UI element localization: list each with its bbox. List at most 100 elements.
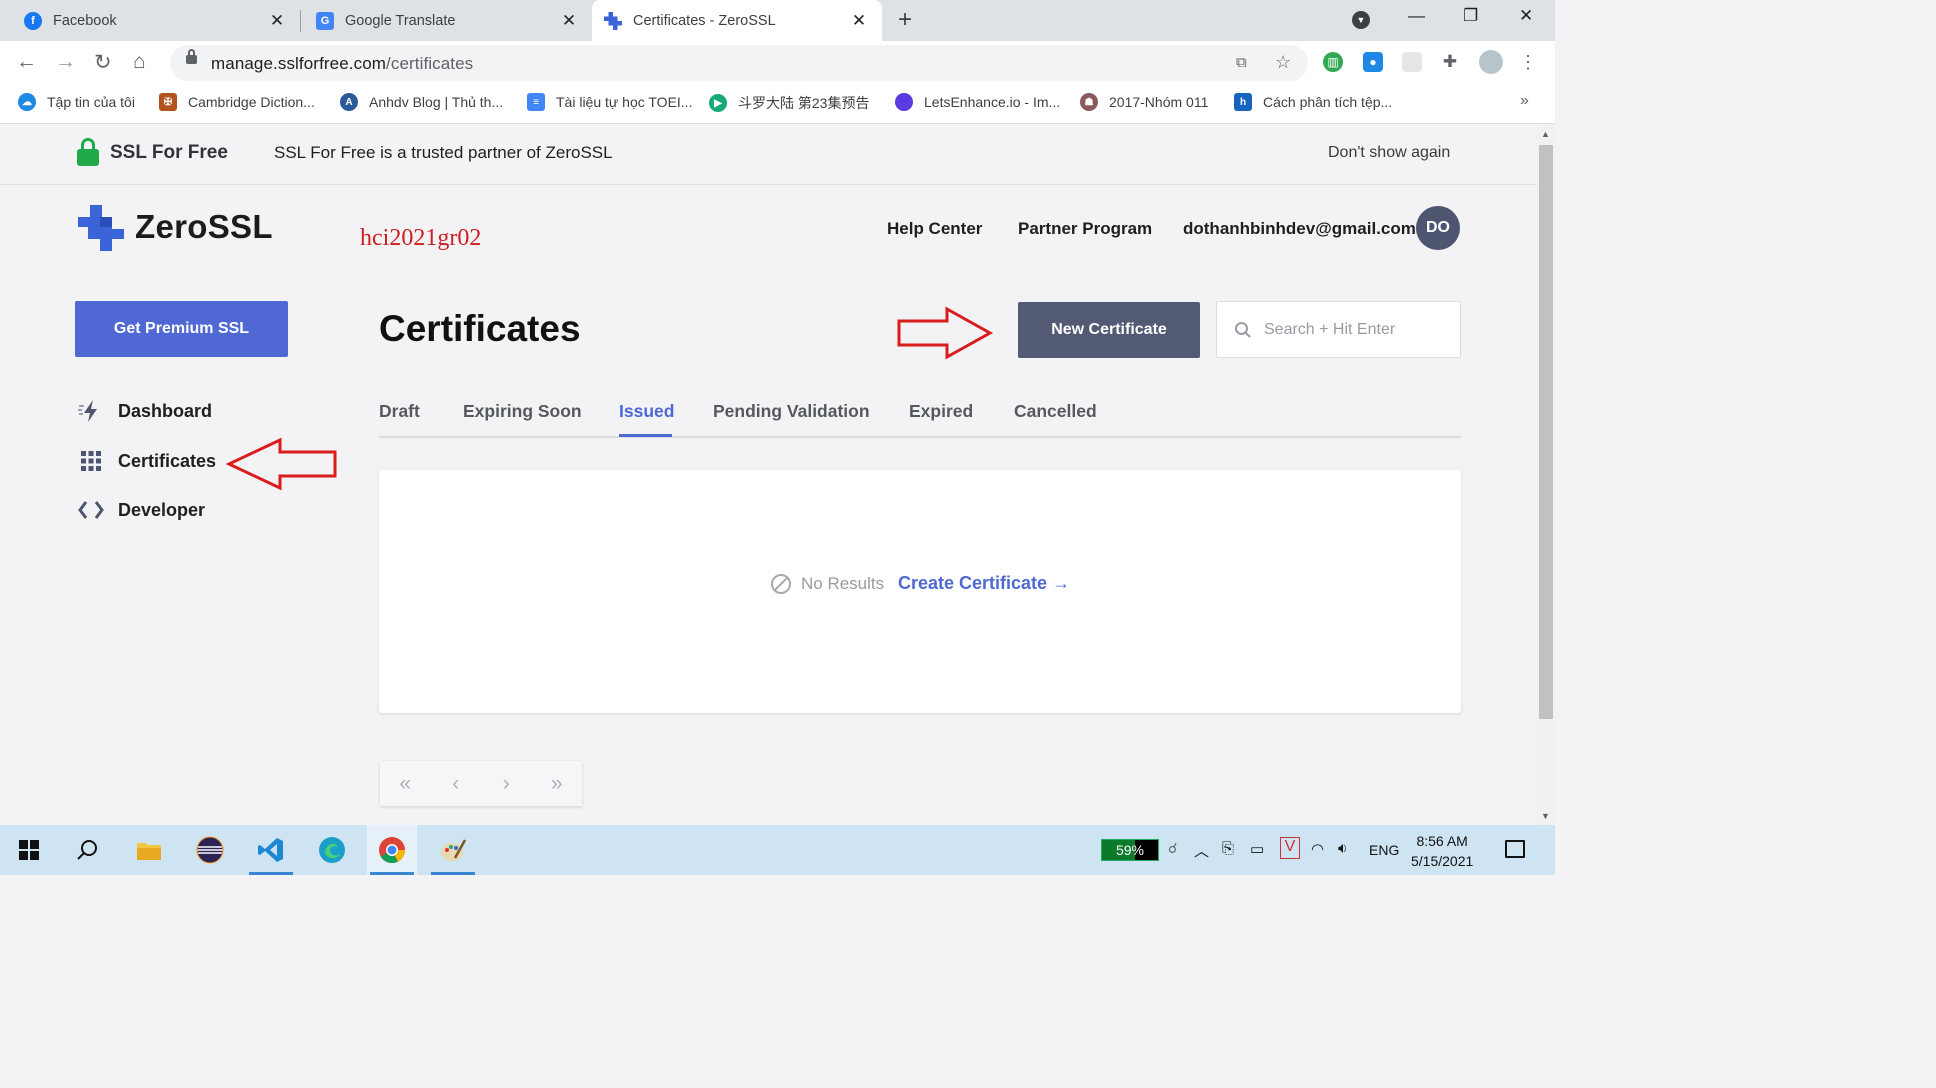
grid-icon	[78, 448, 104, 474]
battery-indicator[interactable]: 59%	[1101, 839, 1159, 861]
help-center-link[interactable]: Help Center	[887, 219, 982, 239]
minimize-icon[interactable]: —	[1408, 6, 1425, 26]
get-premium-ssl-button[interactable]: Get Premium SSL	[75, 301, 288, 357]
home-icon[interactable]: ⌂	[133, 50, 146, 74]
bookmark-item[interactable]: LetsEnhance.io - Im...	[895, 93, 1060, 111]
lock-icon[interactable]	[186, 49, 197, 64]
notification-center-icon[interactable]	[1505, 840, 1525, 858]
annotation-label: hci2021gr02	[360, 225, 482, 251]
reload-icon[interactable]: ↻	[94, 50, 112, 75]
bookmark-item[interactable]: ▶ 斗罗大陆 第23集预告	[709, 93, 869, 113]
last-page-icon[interactable]: »	[532, 772, 583, 796]
create-certificate-link[interactable]: Create Certificate →	[898, 573, 1070, 594]
back-icon[interactable]: ←	[16, 50, 37, 74]
close-tab-icon[interactable]: ✕	[560, 11, 578, 31]
bookmark-item[interactable]: ☗ 2017-Nhóm 011	[1080, 93, 1208, 111]
bookmark-label: Cambridge Diction...	[188, 94, 315, 110]
anhdv-blog-icon: A	[340, 93, 358, 111]
tab-facebook[interactable]: f Facebook ✕	[0, 0, 300, 41]
v-app-icon[interactable]: V	[1280, 837, 1300, 859]
tab-title: Google Translate	[345, 12, 456, 29]
next-page-icon[interactable]: ›	[481, 772, 532, 796]
h-icon: h	[1234, 93, 1252, 111]
translate-page-icon[interactable]: ⧉	[1236, 54, 1247, 71]
tab-google-translate[interactable]: G Google Translate ✕	[292, 0, 592, 41]
close-tab-icon[interactable]: ✕	[850, 11, 868, 31]
more-menu-icon[interactable]: ⋮	[1518, 52, 1538, 72]
extension-blank-icon[interactable]	[1402, 52, 1422, 72]
bookmark-label: Tập tin của tôi	[47, 94, 135, 110]
language-indicator[interactable]: ENG	[1369, 842, 1399, 858]
pen-icon[interactable]: ☌	[1168, 840, 1177, 857]
battery-percent: 59%	[1115, 842, 1145, 858]
bookmark-item[interactable]: ☁ Tập tin của tôi	[18, 93, 135, 111]
search-icon[interactable]	[63, 825, 113, 875]
close-tab-icon[interactable]: ✕	[268, 11, 286, 31]
close-window-icon[interactable]: ✕	[1519, 6, 1533, 26]
tab-draft[interactable]: Draft	[379, 401, 420, 422]
partner-program-link[interactable]: Partner Program	[1018, 219, 1152, 239]
extensions-puzzle-icon[interactable]: ✚	[1440, 52, 1460, 72]
more-bookmarks-icon[interactable]: »	[1520, 92, 1529, 110]
show-hidden-icons-icon[interactable]: ︿	[1194, 840, 1209, 861]
lock-icon	[77, 138, 99, 166]
dont-show-again-link[interactable]: Don't show again	[1328, 144, 1450, 162]
bookmark-item[interactable]: ✠ Cambridge Diction...	[159, 93, 315, 111]
avatar[interactable]: DO	[1416, 206, 1460, 250]
page-scrollbar[interactable]: ▲ ▼	[1537, 125, 1555, 825]
paint-icon[interactable]	[428, 825, 478, 875]
forward-icon[interactable]: →	[55, 50, 76, 74]
first-page-icon[interactable]: «	[380, 772, 431, 796]
sidebar-item-certificates[interactable]: Certificates	[78, 448, 216, 474]
tab-expired[interactable]: Expired	[909, 401, 973, 422]
scroll-down-icon[interactable]: ▼	[1541, 811, 1550, 821]
eclipse-icon[interactable]	[185, 825, 235, 875]
search-box[interactable]	[1216, 301, 1461, 358]
wifi-icon[interactable]: ◠	[1311, 840, 1324, 858]
bookmark-item[interactable]: h Cách phân tích tệp...	[1234, 93, 1392, 111]
chrome-icon[interactable]	[367, 825, 417, 875]
battery-icon[interactable]: ▭	[1250, 840, 1264, 858]
tab-pending-validation[interactable]: Pending Validation	[713, 401, 870, 422]
bookmark-item[interactable]: ≡ Tài liệu tự học TOEI...	[527, 93, 692, 111]
new-tab-icon[interactable]: +	[898, 6, 912, 34]
banner-brand: SSL For Free	[110, 141, 228, 163]
bookmark-star-icon[interactable]: ☆	[1275, 52, 1291, 73]
search-input[interactable]	[1264, 320, 1454, 339]
zerossl-logo-icon[interactable]	[78, 205, 124, 251]
profile-avatar-icon[interactable]	[1479, 50, 1503, 74]
tab-cancelled[interactable]: Cancelled	[1014, 401, 1097, 422]
sidebar-item-dashboard[interactable]: Dashboard	[78, 398, 212, 424]
vscode-icon[interactable]	[246, 825, 296, 875]
meet-now-icon[interactable]: ⎘	[1222, 840, 1234, 857]
file-explorer-icon[interactable]	[124, 825, 174, 875]
clock[interactable]: 8:56 AM 5/15/2021	[1411, 831, 1473, 871]
bookmark-item[interactable]: A Anhdv Blog | Thủ th...	[340, 93, 503, 111]
extension-green-icon[interactable]: ▥	[1323, 52, 1343, 72]
windows-start-icon[interactable]	[4, 825, 54, 875]
play-icon: ▶	[709, 94, 727, 112]
tab-certificates-zerossl[interactable]: Certificates - ZeroSSL ✕	[592, 0, 882, 41]
account-email[interactable]: dothanhbinhdev@gmail.com	[1183, 219, 1416, 239]
new-certificate-button[interactable]: New Certificate	[1018, 302, 1200, 358]
edge-icon[interactable]	[307, 825, 357, 875]
figure-icon: ☗	[1080, 93, 1098, 111]
facebook-icon: f	[24, 11, 42, 30]
address-bar[interactable]: manage.sslforfree.com/certificates ⧉ ☆	[170, 45, 1308, 81]
bookmarks-bar: ☁ Tập tin của tôi ✠ Cambridge Diction...…	[0, 86, 1555, 124]
extension-drop-icon[interactable]: ●	[1363, 52, 1383, 72]
google-translate-icon: G	[316, 11, 334, 30]
browser-tab-strip: f Facebook ✕ G Google Translate ✕ Certif…	[0, 0, 1555, 41]
scroll-thumb[interactable]	[1539, 145, 1553, 719]
url-text[interactable]: manage.sslforfree.com/certificates	[211, 54, 473, 74]
sidebar-item-developer[interactable]: Developer	[78, 497, 205, 523]
zerossl-logo-text[interactable]: ZeroSSL	[135, 208, 273, 246]
tab-expiring-soon[interactable]: Expiring Soon	[463, 401, 582, 422]
tab-search-icon[interactable]: ▼	[1352, 11, 1370, 29]
tab-issued[interactable]: Issued	[619, 401, 674, 422]
prev-page-icon[interactable]: ‹	[431, 772, 482, 796]
volume-icon[interactable]: 🔉︎	[1338, 840, 1347, 857]
scroll-up-icon[interactable]: ▲	[1541, 129, 1550, 139]
clock-date: 5/15/2021	[1411, 853, 1474, 869]
restore-icon[interactable]: ❐	[1463, 6, 1478, 26]
